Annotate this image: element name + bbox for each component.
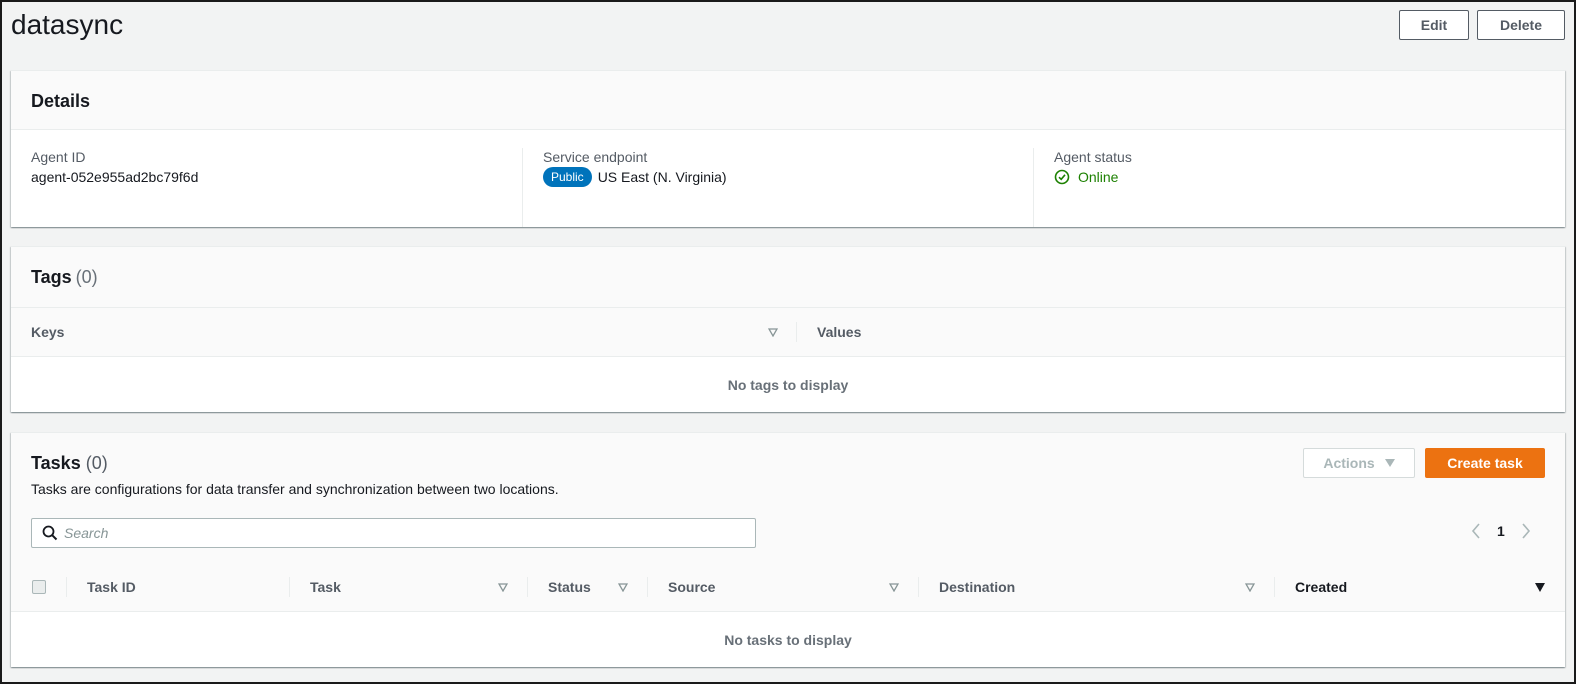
column-task-label: Task <box>310 579 341 595</box>
search-box[interactable] <box>31 518 756 548</box>
tags-panel: Tags (0) Keys Values No tags to display <box>11 246 1565 412</box>
chevron-right-icon[interactable] <box>1521 523 1531 539</box>
column-task-id-label: Task ID <box>87 579 136 595</box>
tags-empty-message: No tags to display <box>727 376 849 393</box>
details-header: Details <box>11 71 1565 130</box>
column-task-id[interactable]: Task ID <box>67 563 290 611</box>
page-number[interactable]: 1 <box>1497 523 1505 539</box>
details-title: Details <box>31 91 91 111</box>
agent-id-value: agent-052e955ad2bc79f6d <box>31 169 199 185</box>
public-badge: Public <box>543 167 592 187</box>
tags-title: Tags <box>31 267 72 287</box>
tags-table-header: Keys Values <box>11 308 1565 357</box>
chevron-left-icon[interactable] <box>1471 523 1481 539</box>
select-all-checkbox[interactable] <box>32 580 46 594</box>
agent-status-label: Agent status <box>1054 149 1132 165</box>
caret-down-icon <box>1384 459 1395 467</box>
service-endpoint-column: Service endpoint Public US East (N. Virg… <box>522 148 1033 227</box>
column-keys-label: Keys <box>31 324 65 340</box>
actions-label: Actions <box>1323 455 1375 471</box>
agent-status-value: Online <box>1078 169 1119 185</box>
column-source-label: Source <box>668 579 716 595</box>
sort-icon[interactable] <box>498 583 508 592</box>
tags-count: (0) <box>75 267 98 287</box>
search-input[interactable] <box>64 525 744 541</box>
column-task[interactable]: Task <box>290 563 528 611</box>
check-circle-icon <box>1054 169 1070 185</box>
actions-dropdown-button[interactable]: Actions <box>1303 448 1415 478</box>
tasks-panel: Tasks (0) Tasks are configurations for d… <box>11 432 1565 667</box>
tasks-count: (0) <box>85 453 108 473</box>
pagination: 1 <box>1471 523 1531 539</box>
column-status-label: Status <box>548 579 591 595</box>
column-values: Values <box>797 308 861 356</box>
tasks-empty-message: No tasks to display <box>724 631 852 648</box>
column-destination-label: Destination <box>939 579 1016 595</box>
column-status[interactable]: Status <box>528 563 648 611</box>
service-endpoint-value: US East (N. Virginia) <box>597 169 727 185</box>
create-task-button[interactable]: Create task <box>1425 448 1545 478</box>
sort-icon[interactable] <box>1245 583 1255 592</box>
edit-button[interactable]: Edit <box>1399 10 1469 40</box>
agent-id-column: Agent ID agent-052e955ad2bc79f6d <box>11 148 522 227</box>
tags-header: Tags (0) <box>11 247 1565 308</box>
column-keys[interactable]: Keys <box>11 308 797 356</box>
column-created[interactable]: Created <box>1275 563 1565 611</box>
delete-button[interactable]: Delete <box>1477 10 1565 40</box>
page-header: datasync Edit Delete <box>2 2 1574 58</box>
column-created-label: Created <box>1295 579 1348 595</box>
column-values-label: Values <box>817 324 862 340</box>
search-icon <box>42 525 58 541</box>
page-title: datasync <box>11 9 124 40</box>
agent-id-label: Agent ID <box>31 149 86 165</box>
sort-descending-icon[interactable] <box>1535 583 1545 592</box>
tasks-description: Tasks are configurations for data transf… <box>31 481 559 497</box>
sort-icon[interactable] <box>768 328 778 337</box>
select-all-cell[interactable] <box>11 563 67 611</box>
column-destination[interactable]: Destination <box>919 563 1275 611</box>
sort-icon[interactable] <box>618 583 628 592</box>
service-endpoint-label: Service endpoint <box>543 149 648 165</box>
sort-icon[interactable] <box>889 583 899 592</box>
details-panel: Details Agent ID agent-052e955ad2bc79f6d… <box>11 70 1565 227</box>
column-source[interactable]: Source <box>648 563 919 611</box>
tasks-title: Tasks <box>31 453 81 473</box>
agent-status-column: Agent status Online <box>1033 148 1544 227</box>
tasks-table-header: Task ID Task Status Source Destination C… <box>11 563 1565 612</box>
tasks-header: Tasks (0) Tasks are configurations for d… <box>11 433 1565 563</box>
